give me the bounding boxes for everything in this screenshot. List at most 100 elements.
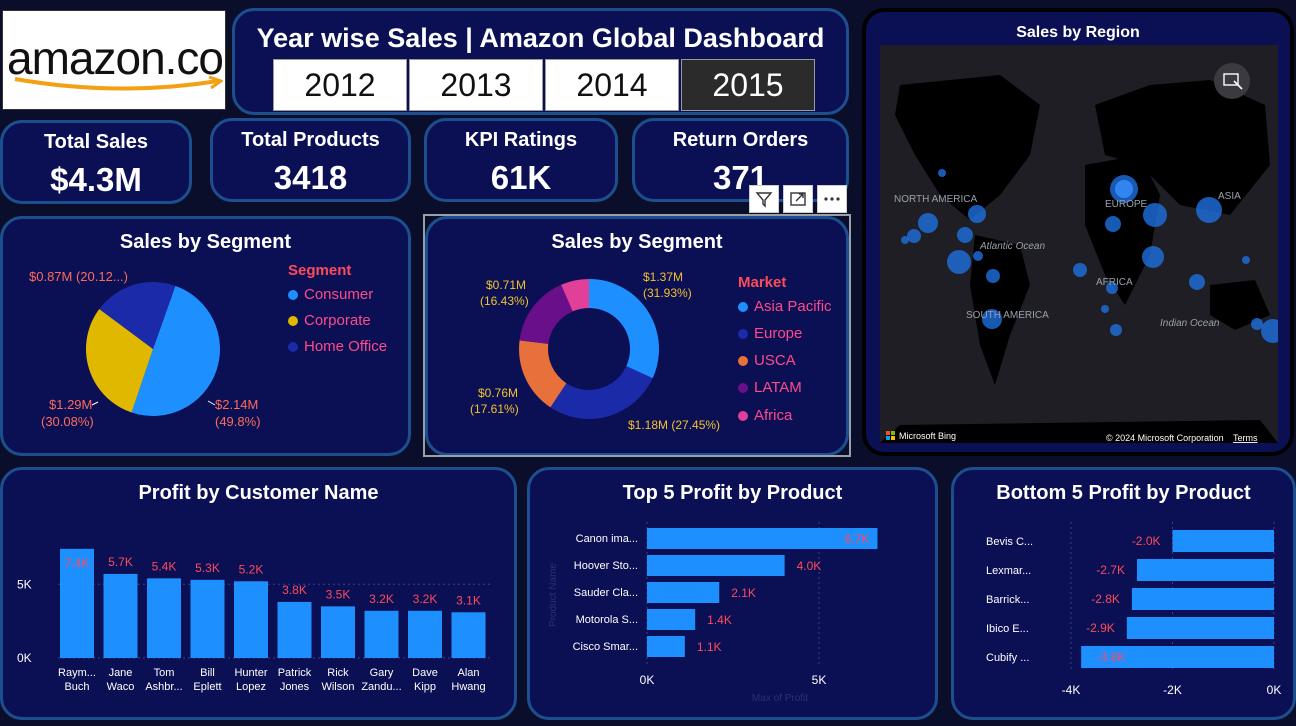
bar-value-label: 5.4K: [152, 559, 177, 573]
pie-label: $0.87M (20.12...): [29, 269, 128, 284]
legend-title: Segment: [288, 262, 352, 279]
legend-item-home-office[interactable]: Home Office: [288, 338, 387, 355]
y-tick-label: Canon ima...: [576, 533, 638, 545]
map-bubble: [1105, 216, 1121, 232]
kpi-label: Return Orders: [672, 129, 809, 151]
map-label: NORTH AMERICA: [894, 194, 977, 205]
x-tick-label: Gary: [370, 667, 394, 679]
kpi-ratings: KPI Ratings 61K: [424, 118, 618, 202]
segment-pie-chart: $2.14M (49.8%) $1.29M (30.08%) $0.87M (20.12…: [29, 269, 261, 429]
bar-value-label: 3.1K: [456, 593, 481, 607]
bar-value-label: -2.9K: [1086, 621, 1115, 635]
map-bubble: [957, 227, 973, 243]
bar-value-label: 3.2K: [369, 592, 394, 606]
bar[interactable]: [277, 601, 312, 658]
bar[interactable]: [147, 578, 181, 658]
bar-value-label: 2.1K: [731, 586, 756, 600]
bar[interactable]: [190, 579, 225, 658]
y-tick-label: Cisco Smar...: [573, 641, 638, 653]
x-tick-label: 0K: [640, 673, 655, 687]
pie-label: $1.29M: [49, 397, 92, 412]
legend-dot: [288, 315, 298, 326]
x-tick-label: Jones: [280, 681, 310, 693]
visual-selection-outline: [423, 214, 851, 457]
bar[interactable]: [103, 573, 138, 658]
map-bubble: [947, 250, 971, 274]
bar[interactable]: [451, 612, 486, 658]
map-bubble: [901, 236, 909, 244]
focus-map-icon: [1214, 63, 1250, 99]
bar[interactable]: [321, 606, 355, 658]
map-bubble: [1115, 180, 1133, 198]
y-tick-label: 0K: [17, 651, 32, 665]
x-tick-label: 5K: [812, 673, 827, 687]
year-button-2015[interactable]: 2015: [681, 59, 815, 111]
bar[interactable]: [647, 582, 720, 603]
pie-label: $2.14M: [215, 397, 258, 412]
kpi-label: Total Sales: [43, 131, 149, 153]
bar-value-label: 1.4K: [707, 613, 732, 627]
kpi-label: Total Products: [241, 129, 380, 151]
x-tick-label: Buch: [64, 681, 89, 693]
x-axis-title: Max of Profit: [752, 693, 808, 704]
bar-value-label: 4.0K: [797, 559, 822, 573]
dashboard-title: Year wise Sales | Amazon Global Dashboar…: [256, 23, 825, 53]
y-tick-label: Bevis C...: [986, 536, 1033, 548]
map-bubble: [1189, 274, 1205, 290]
legend-item-consumer[interactable]: Consumer: [288, 286, 373, 303]
map-label: Atlantic Ocean: [979, 241, 1045, 252]
bar[interactable]: [1172, 530, 1275, 552]
legend-label: Home Office: [304, 338, 388, 355]
legend-item-corporate[interactable]: Corporate: [288, 312, 371, 329]
map-label: ASIA: [1218, 191, 1241, 202]
bar[interactable]: [364, 610, 399, 658]
kpi-total-products: Total Products 3418: [210, 118, 411, 202]
map-bubble: [986, 269, 1000, 283]
bar[interactable]: [647, 609, 696, 630]
world-map[interactable]: NORTH AMERICA EUROPE ASIA Atlantic Ocean…: [880, 45, 1278, 443]
x-tick-label: Alan: [457, 667, 479, 679]
bar-value-label: 3.5K: [326, 587, 351, 601]
y-tick-label: Cubify ...: [986, 652, 1029, 664]
bar[interactable]: [234, 581, 268, 658]
bar-value-label: 6.7K: [845, 532, 870, 546]
x-tick-label: 0K: [1267, 683, 1282, 697]
map-label: AFRICA: [1096, 277, 1133, 288]
bar-value-label: 3.8K: [282, 583, 307, 597]
more-options-icon[interactable]: [817, 185, 847, 213]
bar[interactable]: [647, 528, 878, 549]
focus-mode-icon[interactable]: [783, 185, 813, 213]
bar[interactable]: [647, 636, 685, 657]
bar[interactable]: [1126, 617, 1274, 639]
x-tick-label: Rick: [327, 667, 349, 679]
map-bubble: [1142, 246, 1164, 268]
year-button-2013[interactable]: 2013: [409, 59, 543, 111]
x-tick-label: Raym...: [58, 667, 96, 679]
x-tick-label: Wilson: [321, 681, 354, 693]
bar[interactable]: [647, 555, 785, 576]
title-card: Year wise Sales | Amazon Global Dashboar…: [232, 8, 849, 115]
map-bubble: [938, 169, 946, 177]
map-brand: Microsoft Bing: [899, 431, 956, 441]
x-tick-label: Hunter: [234, 667, 267, 679]
x-tick-label: Eplett: [193, 681, 221, 693]
kpi-value: 61K: [490, 159, 552, 196]
year-button-2012[interactable]: 2012: [273, 59, 407, 111]
bar[interactable]: [1136, 559, 1274, 581]
map-label: EUROPE: [1105, 199, 1148, 210]
map-label: SOUTH AMERICA: [966, 310, 1049, 321]
filter-icon[interactable]: [749, 185, 779, 213]
bar-value-label: -3.8K: [1097, 650, 1126, 664]
map-bubble: [1073, 263, 1087, 277]
map-terms-link: Terms: [1233, 433, 1258, 443]
y-tick-label: Hoover Sto...: [574, 560, 638, 572]
year-button-2014[interactable]: 2014: [545, 59, 679, 111]
bar-value-label: -2.0K: [1132, 534, 1161, 548]
profit-by-customer-chart: 0K 5K 7.4K Raym... Buch 5.7K Jane Waco 5.4K Tom As…: [17, 548, 493, 693]
bar-value-label: -2.8K: [1091, 592, 1120, 606]
sales-by-region-map-card: Sales by Region NORTH AMERICA EUROPE ASI…: [862, 8, 1294, 456]
y-tick-label: Ibico E...: [986, 623, 1029, 635]
bar[interactable]: [408, 610, 442, 658]
leader-line: [207, 400, 216, 406]
bar[interactable]: [1131, 588, 1274, 610]
